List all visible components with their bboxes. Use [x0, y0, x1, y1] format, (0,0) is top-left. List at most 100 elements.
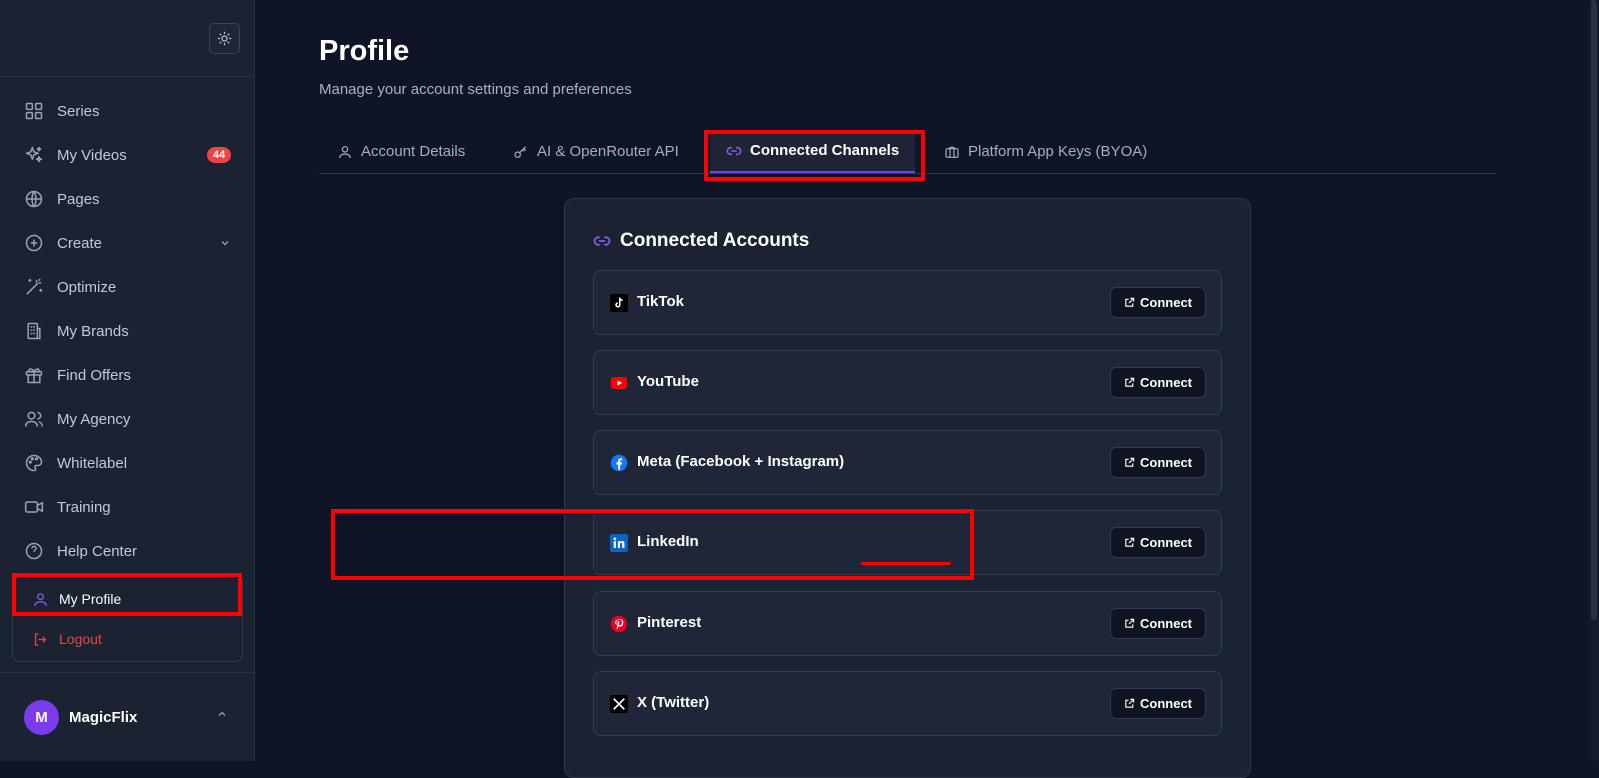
user-icon [339, 145, 351, 158]
wand-icon [26, 278, 43, 295]
sidebar-item-label: Training [57, 498, 111, 516]
chevron-up-icon[interactable] [216, 708, 228, 720]
globe-icon [25, 190, 43, 208]
sidebar-item-optimize[interactable]: Optimize [0, 265, 254, 309]
sparkles-icon [25, 146, 43, 163]
link-icon [593, 236, 611, 246]
sidebar-item-label: Help Center [57, 542, 138, 560]
highlight-my-profile [12, 573, 242, 616]
sidebar-item-find-offers[interactable]: Find Offers [0, 353, 254, 397]
sidebar-item-my-videos[interactable]: My Videos 44 [0, 133, 254, 177]
users-icon [24, 411, 44, 427]
facebook-icon [610, 454, 628, 472]
sidebar-nav: Series My Videos 44 Pages Create Optimiz… [0, 89, 254, 573]
menu-item-logout[interactable]: Logout [13, 619, 242, 659]
account-row-x: X (Twitter) Connect [593, 671, 1222, 736]
account-name: Meta (Facebook + Instagram) [637, 453, 845, 470]
briefcase-icon [945, 146, 959, 158]
tab-label: Account Details [361, 143, 466, 160]
key-icon [514, 145, 527, 158]
user-name: MagicFlix [69, 708, 138, 726]
sidebar-item-training[interactable]: Training [0, 485, 254, 529]
sidebar-item-label: Whitelabel [57, 454, 128, 472]
connect-youtube-button[interactable]: Connect [1110, 367, 1206, 398]
sidebar-item-label: Series [57, 102, 100, 120]
youtube-icon [610, 377, 628, 389]
connected-accounts-card: Connected Accounts TikTok Connect YouTub… [564, 198, 1251, 778]
account-row-youtube: YouTube Connect [593, 350, 1222, 415]
sidebar-item-my-agency[interactable]: My Agency [0, 397, 254, 441]
connect-x-button[interactable]: Connect [1110, 688, 1206, 719]
account-row-pinterest: Pinterest Connect [593, 591, 1222, 656]
page-subtitle: Manage your account settings and prefere… [319, 81, 632, 98]
sidebar-item-label: Find Offers [57, 366, 131, 384]
sidebar-item-whitelabel[interactable]: Whitelabel [0, 441, 254, 485]
menu-item-label: Logout [59, 631, 102, 647]
plus-circle-icon [25, 234, 43, 252]
external-link-icon [1125, 377, 1135, 387]
connect-label: Connect [1140, 616, 1192, 631]
card-title: Connected Accounts [593, 230, 809, 252]
help-icon [25, 542, 43, 560]
palette-icon [25, 454, 43, 472]
highlight-linkedin-row [331, 509, 974, 580]
tab-platform-app-keys[interactable]: Platform App Keys (BYOA) [944, 130, 1147, 173]
sidebar-item-label: Pages [57, 190, 100, 208]
highlight-connected-channels [704, 130, 925, 181]
external-link-icon [1125, 457, 1135, 467]
tab-ai-openrouter-api[interactable]: AI & OpenRouter API [513, 130, 679, 173]
sidebar-item-create[interactable]: Create [0, 221, 254, 265]
tab-label: AI & OpenRouter API [537, 143, 679, 160]
connect-label: Connect [1140, 455, 1192, 470]
avatar: M [24, 699, 59, 735]
video-icon [24, 501, 44, 513]
main-content: Profile Manage your account settings and… [255, 0, 1599, 778]
scrollbar-thumb[interactable] [1591, 0, 1597, 620]
sidebar-item-label: Optimize [57, 278, 117, 296]
connect-meta-button[interactable]: Connect [1110, 447, 1206, 478]
sidebar-item-series[interactable]: Series [0, 89, 254, 133]
gift-icon [25, 368, 43, 384]
account-row-tiktok: TikTok Connect [593, 270, 1222, 335]
logout-icon [34, 632, 47, 646]
external-link-icon [1125, 618, 1135, 628]
sidebar-item-my-brands[interactable]: My Brands [0, 309, 254, 353]
sidebar-item-help-center[interactable]: Help Center [0, 529, 254, 573]
theme-toggle-button[interactable] [209, 23, 240, 54]
account-name: TikTok [637, 293, 684, 310]
x-twitter-icon [610, 695, 628, 713]
highlight-connect-underline [861, 562, 951, 565]
connect-label: Connect [1140, 696, 1192, 711]
page-title: Profile [319, 35, 410, 67]
connect-label: Connect [1140, 535, 1192, 550]
sun-icon [217, 31, 232, 46]
sidebar: Series My Videos 44 Pages Create Optimiz… [0, 0, 255, 761]
card-title-text: Connected Accounts [620, 230, 810, 251]
external-link-icon [1125, 297, 1135, 307]
chevron-down-icon[interactable] [219, 237, 231, 249]
connect-tiktok-button[interactable]: Connect [1110, 287, 1206, 318]
pinterest-icon [610, 615, 628, 633]
tab-label: Platform App Keys (BYOA) [968, 143, 1148, 160]
sidebar-item-label: My Brands [57, 322, 129, 340]
connect-pinterest-button[interactable]: Connect [1110, 608, 1206, 639]
sidebar-item-label: My Agency [57, 410, 131, 428]
account-row-meta: Meta (Facebook + Instagram) Connect [593, 430, 1222, 495]
user-account-row[interactable]: M MagicFlix [0, 672, 254, 761]
account-name: X (Twitter) [637, 694, 710, 711]
account-name: YouTube [637, 373, 699, 390]
grid-icon [25, 102, 43, 120]
sidebar-header [0, 0, 254, 77]
videos-count-badge: 44 [207, 147, 232, 163]
connect-label: Connect [1140, 295, 1192, 310]
building-icon [27, 322, 41, 340]
external-link-icon [1125, 537, 1135, 547]
sidebar-item-pages[interactable]: Pages [0, 177, 254, 221]
tiktok-icon [610, 294, 628, 312]
tab-account-details[interactable]: Account Details [337, 130, 465, 173]
sidebar-item-label: Create [57, 234, 103, 252]
connect-label: Connect [1140, 375, 1192, 390]
connect-linkedin-button[interactable]: Connect [1110, 527, 1206, 558]
account-name: Pinterest [637, 614, 702, 631]
page-scrollbar[interactable] [1589, 0, 1599, 761]
